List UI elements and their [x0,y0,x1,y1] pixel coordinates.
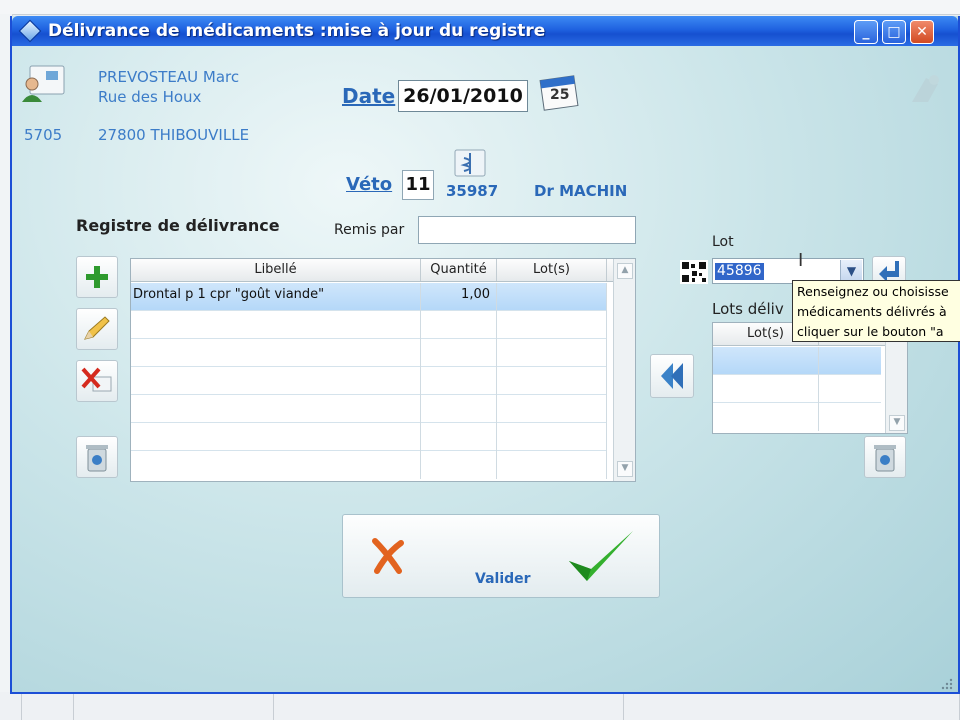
scroll-up-icon[interactable]: ▲ [617,263,633,279]
cell-quantite: 1,00 [421,283,497,311]
double-chevron-left-icon [661,363,683,389]
pencil-icon [84,316,110,340]
client-id: 5705 [24,126,63,144]
lots-delivered-label: Lots déliv [712,300,784,318]
remis-par-label: Remis par [334,222,405,238]
edit-line-button[interactable] [76,308,118,350]
veto-label: Véto [346,174,393,195]
table-row[interactable] [131,395,607,423]
table-row[interactable] [131,339,607,367]
date-field[interactable]: 26/01/2010 [398,80,528,112]
client-city: 27800 THIBOUVILLE [98,126,250,144]
text-cursor-icon: I [798,250,804,271]
client-card-icon[interactable] [20,64,68,104]
cell-libelle: Drontal p 1 cpr "goût viande" [131,283,421,311]
calendar-day: 25 [550,87,570,103]
trash-icon [86,445,108,472]
background-bottom [0,692,960,720]
tooltip-line-3: cliquer sur le bouton "a [797,324,944,339]
lot-label: Lot [712,234,734,250]
lots-row[interactable] [713,375,881,403]
app-diamond-icon [18,19,42,43]
trash-left-button[interactable] [76,436,118,478]
validate-button[interactable]: Valider [469,521,649,593]
col-quantite[interactable]: Quantité [421,259,497,281]
lots-row[interactable] [713,347,881,375]
registre-table[interactable]: Libellé Quantité Lot(s) Drontal p 1 cpr … [130,258,636,482]
plus-icon [86,266,108,288]
checkmark-icon [569,531,633,581]
add-line-button[interactable] [76,256,118,298]
move-lots-left-button[interactable] [650,354,694,398]
delete-line-button[interactable] [76,360,118,402]
scroll-down-icon[interactable]: ▼ [617,461,633,477]
background-strip [0,0,960,15]
dialog-window: Délivrance de médicaments :mise à jour d… [10,16,960,694]
lots-row[interactable] [713,403,881,431]
minimize-button[interactable]: _ [854,20,878,44]
trash-right-button[interactable] [864,436,906,478]
resize-grip-icon[interactable] [940,676,954,690]
lot-dropdown-chevron-icon[interactable]: ▼ [840,260,862,282]
lot-value: 45896 [715,263,764,280]
validate-label: Valider [475,571,531,587]
watermark-icon [908,72,944,106]
title-bar[interactable]: Délivrance de médicaments :mise à jour d… [12,16,958,46]
client-street: Rue des Houx [98,88,202,106]
close-button[interactable]: ✕ [910,20,934,44]
maximize-button[interactable]: □ [882,20,906,44]
delete-x-icon [81,367,112,392]
table-row[interactable] [131,367,607,395]
calendar-icon[interactable]: 25 [538,72,582,112]
client-name: PREVOSTEAU Marc [98,68,240,86]
table-header: Libellé Quantité Lot(s) [131,259,615,282]
cell-lots [497,283,607,311]
table-scrollbar[interactable]: ▲ ▼ [613,259,635,481]
cancel-x-icon [372,538,404,574]
col-lots[interactable]: Lot(s) [497,259,607,281]
col-libelle[interactable]: Libellé [131,259,421,281]
barcode-icon[interactable] [680,260,708,284]
registre-title: Registre de délivrance [76,216,280,235]
tooltip-line-2: médicaments délivrés à [797,304,947,319]
lot-tooltip: Renseignez ou choisisse médicaments déli… [792,280,960,342]
trash-icon [874,445,896,472]
table-row[interactable] [131,451,607,479]
table-row[interactable] [131,311,607,339]
tooltip-line-1: Renseignez ou choisisse [797,284,949,299]
cancel-button[interactable] [363,531,413,581]
table-row[interactable] [131,423,607,451]
date-label: Date [342,84,396,108]
remis-par-field[interactable] [418,216,636,244]
table-row[interactable]: Drontal p 1 cpr "goût viande" 1,00 [131,283,607,311]
lots-scroll-down-icon[interactable]: ▼ [889,415,905,431]
window-title: Délivrance de médicaments :mise à jour d… [48,21,546,41]
veto-number: 35987 [446,182,499,200]
action-panel: Valider [342,514,660,598]
veto-caduceus-icon[interactable] [452,148,488,178]
veto-code-field[interactable]: 11 [402,170,434,200]
veto-name: Dr MACHIN [534,182,628,200]
